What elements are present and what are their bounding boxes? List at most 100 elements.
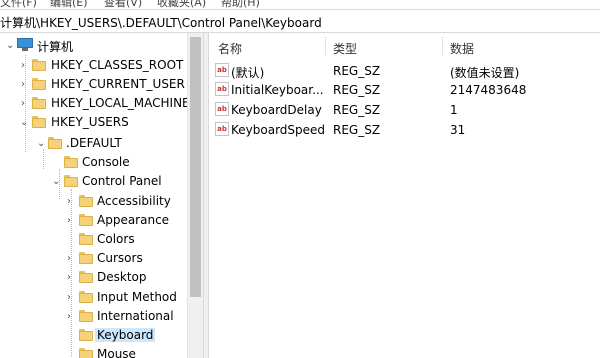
string-value-icon: ab — [215, 82, 229, 96]
tree-label: .DEFAULT — [66, 136, 122, 150]
scrollbar-thumb[interactable] — [190, 37, 201, 297]
value-name: InitialKeyboar... — [231, 83, 324, 97]
value-type: REG_SZ — [333, 103, 381, 117]
column-header-name[interactable]: 名称 — [218, 40, 242, 57]
tree-item-appearance[interactable]: › Appearance — [0, 212, 187, 231]
tree-label: Accessibility — [97, 194, 171, 208]
folder-icon — [64, 174, 78, 188]
string-value-icon: ab — [215, 122, 229, 136]
column-separator[interactable] — [325, 37, 326, 55]
tree-label: HKEY_CURRENT_USER — [51, 77, 185, 91]
chevron-right-icon[interactable]: › — [67, 311, 75, 323]
folder-icon — [79, 309, 93, 323]
table-row[interactable]: ab (默认) REG_SZ (数值未设置) — [209, 62, 600, 81]
folder-icon — [79, 194, 93, 208]
key-tree[interactable]: ⌄ 计算机 › HKEY_CLASSES_ROOT › HKEY_CURRENT… — [0, 33, 203, 358]
address-bar[interactable]: 计算机\HKEY_USERS\.DEFAULT\Control Panel\Ke… — [0, 9, 600, 33]
tree-item-console[interactable]: Console — [0, 154, 187, 173]
folder-icon — [79, 290, 93, 304]
folder-icon — [32, 96, 46, 110]
tree-item-hkey-users[interactable]: ⌄ HKEY_USERS — [0, 114, 187, 133]
tree-item-control-panel[interactable]: ⌄ Control Panel — [0, 173, 187, 192]
chevron-right-icon[interactable]: › — [21, 98, 29, 110]
tree-label: Cursors — [97, 251, 143, 265]
tree-label: HKEY_USERS — [51, 115, 129, 129]
chevron-down-icon[interactable]: ⌄ — [20, 117, 28, 129]
tree-item-colors[interactable]: Colors — [0, 231, 187, 250]
tree-item-desktop[interactable]: › Desktop — [0, 269, 187, 288]
tree-label: Desktop — [97, 270, 147, 284]
folder-icon — [79, 213, 93, 227]
string-value-icon: ab — [215, 63, 229, 77]
tree-label: 计算机 — [37, 40, 74, 54]
folder-icon — [32, 115, 46, 129]
chevron-right-icon[interactable]: › — [67, 253, 75, 265]
tree-scrollbar[interactable] — [187, 33, 203, 358]
value-name: (默认) — [231, 66, 265, 80]
value-type: REG_SZ — [333, 64, 381, 78]
address-path[interactable]: 计算机\HKEY_USERS\.DEFAULT\Control Panel\Ke… — [0, 14, 322, 31]
value-data: 31 — [450, 123, 466, 137]
tree-label: International — [97, 309, 174, 323]
column-header-data[interactable]: 数据 — [450, 40, 474, 57]
menu-edit[interactable]: 编辑(E) — [50, 0, 88, 9]
tree-item-international[interactable]: › International — [0, 308, 187, 327]
table-row[interactable]: ab KeyboardDelay REG_SZ 1 — [209, 101, 600, 120]
table-row[interactable]: ab KeyboardSpeed REG_SZ 31 — [209, 121, 600, 140]
folder-icon — [32, 77, 46, 91]
column-header-type[interactable]: 类型 — [333, 40, 357, 57]
values-list[interactable]: 名称 类型 数据 ab (默认) REG_SZ (数值未设置) ab Initi… — [209, 33, 600, 358]
value-type: REG_SZ — [333, 83, 381, 97]
chevron-down-icon[interactable]: ⌄ — [6, 40, 14, 52]
tree-item-hkey-local-machine[interactable]: › HKEY_LOCAL_MACHINE — [0, 95, 190, 114]
chevron-right-icon[interactable]: › — [67, 196, 75, 208]
tree-item-mouse[interactable]: Mouse — [0, 346, 187, 358]
tree-item-input-method[interactable]: › Input Method — [0, 289, 187, 308]
menu-file[interactable]: 文件(F) — [0, 0, 37, 9]
tree-item-hkey-classes-root[interactable]: › HKEY_CLASSES_ROOT — [0, 57, 187, 76]
tree-item-keyboard[interactable]: Keyboard — [0, 327, 187, 346]
tree-label: Colors — [97, 232, 135, 246]
value-name: KeyboardSpeed — [231, 123, 326, 137]
value-name: KeyboardDelay — [231, 103, 322, 117]
chevron-down-icon[interactable]: ⌄ — [37, 138, 45, 150]
table-row[interactable]: ab InitialKeyboar... REG_SZ 2147483648 — [209, 81, 600, 100]
tree-label: HKEY_CLASSES_ROOT — [51, 58, 184, 72]
tree-label: HKEY_LOCAL_MACHINE — [51, 96, 190, 110]
folder-icon — [79, 251, 93, 265]
tree-label: Input Method — [97, 290, 177, 304]
menu-bar: 文件(F) 编辑(E) 查看(V) 收藏夹(A) 帮助(H) — [0, 0, 600, 9]
chevron-right-icon[interactable]: › — [67, 215, 75, 227]
chevron-down-icon[interactable]: ⌄ — [52, 176, 60, 188]
value-type: REG_SZ — [333, 123, 381, 137]
tree-label: Appearance — [97, 213, 170, 227]
menu-favorites[interactable]: 收藏夹(A) — [157, 0, 206, 9]
menu-view[interactable]: 查看(V) — [104, 0, 142, 9]
menu-help[interactable]: 帮助(H) — [221, 0, 260, 9]
string-value-icon: ab — [215, 102, 229, 116]
tree-item-hkey-current-user[interactable]: › HKEY_CURRENT_USER — [0, 76, 187, 95]
tree-label: Mouse — [97, 347, 136, 358]
tree-label: Console — [82, 155, 130, 169]
chevron-right-icon[interactable]: › — [67, 292, 75, 304]
tree-item-cursors[interactable]: › Cursors — [0, 250, 187, 269]
computer-icon — [17, 38, 33, 51]
value-data: 2147483648 — [450, 83, 527, 97]
tree-item-default[interactable]: ⌄ .DEFAULT — [0, 135, 187, 154]
tree-item-accessibility[interactable]: › Accessibility — [0, 193, 187, 212]
chevron-right-icon[interactable]: › — [67, 272, 75, 284]
column-separator[interactable] — [442, 37, 443, 55]
folder-icon — [79, 232, 93, 246]
chevron-right-icon[interactable]: › — [21, 79, 29, 91]
folder-icon — [79, 347, 93, 358]
chevron-right-icon[interactable]: › — [21, 60, 29, 72]
tree-label: Control Panel — [82, 174, 162, 188]
folder-icon — [79, 328, 93, 342]
folder-icon — [79, 270, 93, 284]
folder-icon — [48, 136, 62, 150]
tree-item-computer[interactable]: ⌄ 计算机 — [0, 37, 187, 56]
value-data: (数值未设置) — [450, 66, 520, 80]
tree-label: Keyboard — [95, 328, 156, 342]
folder-icon — [64, 155, 78, 169]
value-data: 1 — [450, 103, 458, 117]
